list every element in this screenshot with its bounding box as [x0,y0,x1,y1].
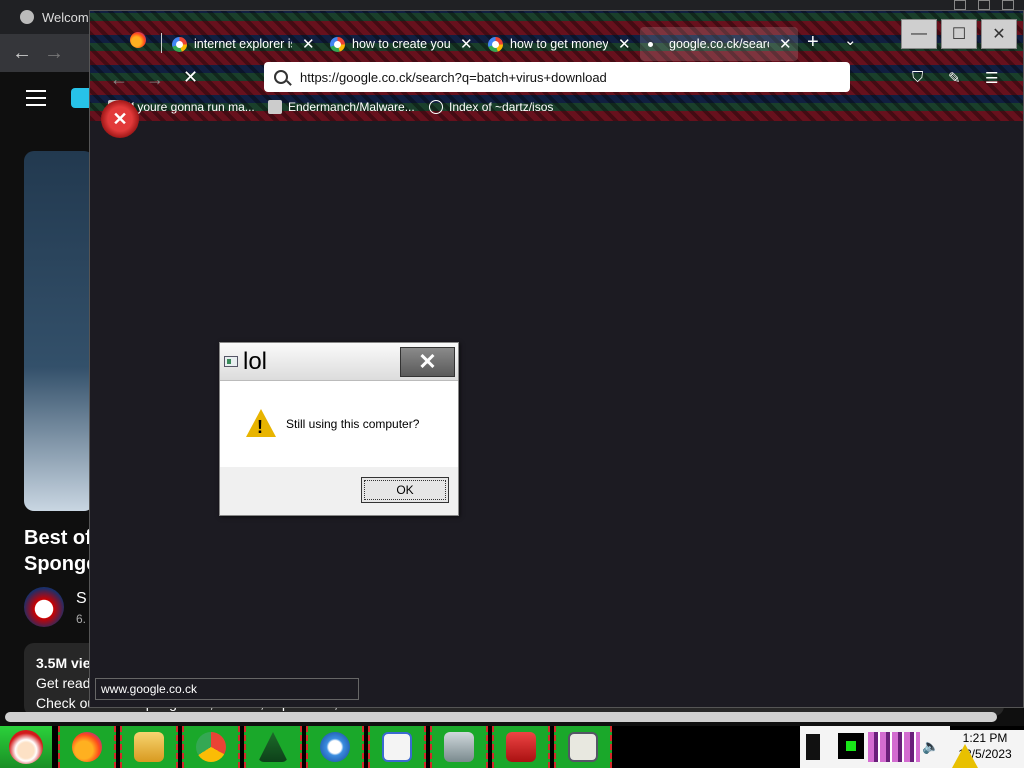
back-arrow-icon[interactable]: ← [12,42,32,65]
taskbar-firefox[interactable] [58,726,116,768]
background-tab[interactable]: Welcom [10,4,92,30]
video-player[interactable] [24,151,94,511]
taskbar-my-computer[interactable] [430,726,488,768]
address-bar[interactable]: https://google.co.ck/search?q=batch+viru… [264,62,850,92]
tab-how-to-create[interactable]: how to create your ✕ [330,27,480,61]
tab-list-chevron-icon[interactable]: ⌄ [844,31,857,49]
dialog-body: ! Still using this computer? [220,381,458,467]
tray-network-icon[interactable] [868,732,920,762]
bookmark-label: Endermanch/Malware... [288,100,415,114]
santa-icon [9,730,43,764]
horizontal-scrollbar[interactable] [5,712,997,722]
background-tab-label: Welcom [42,9,89,25]
tab-separator [161,33,162,53]
thunderbird-icon [320,732,350,762]
status-bar: www.google.co.ck [95,678,359,700]
new-tab-button[interactable]: + [807,31,819,54]
desktop-screen: Welcom ← → Best of Sponge S 6. 3.5M vie … [0,0,1024,768]
description-line1: Get read [36,675,91,691]
loading-dot-icon [648,41,653,47]
tray-flag-icon[interactable] [806,734,820,760]
minimize-button[interactable]: — [901,19,937,49]
taskbar-wordpad[interactable] [368,726,426,768]
toolbox-icon [506,732,536,762]
tab-how-to-get-money[interactable]: how to get money ✕ [488,27,638,61]
screensaver-icon [568,732,598,762]
bookmark-label: if youre gonna run ma... [128,100,255,114]
firefox-icon [72,732,102,762]
bookmark-label: Index of ~dartz/isos [449,100,554,114]
dialog-title: lol [243,348,268,375]
hamburger-menu-icon[interactable] [26,90,46,106]
pocket-icon[interactable]: ⛉ [912,69,923,86]
tab-close-icon[interactable]: ✕ [779,35,792,53]
tab-label: how to get money [510,37,608,51]
warning-icon[interactable] [952,744,978,768]
back-arrow-icon[interactable]: ← [110,69,128,90]
bookmark-page-icon [268,100,282,114]
tab-google-search-active[interactable]: google.co.ck/searc ✕ [640,27,798,61]
dialog-message: Still using this computer? [286,417,420,431]
my-computer-icon [444,732,474,762]
bookmark-item[interactable]: Index of ~dartz/isos [429,100,553,114]
channel-name[interactable]: S [76,590,87,608]
website-icon [20,10,34,24]
stop-loading-icon[interactable]: ✕ [183,67,198,88]
volume-icon[interactable]: 🔈 [922,738,939,755]
error-icon: ✕ [101,100,139,138]
taskbar-thunderbird[interactable] [306,726,364,768]
start-button[interactable] [0,726,52,768]
globe-icon [429,100,443,114]
ok-button[interactable]: OK [361,477,449,503]
subscriber-count: 6. [76,612,87,626]
video-title-line2: Sponge [24,553,94,575]
clock-time: 1:21 PM [962,731,1008,745]
taskbar-screensaver[interactable] [554,726,612,768]
taskbar-toolbox[interactable] [492,726,550,768]
tab-close-icon[interactable]: ✕ [460,35,473,53]
tab-close-icon[interactable]: ✕ [302,35,315,53]
channel-avatar[interactable] [24,587,64,627]
dialog-close-button[interactable]: ✕ [400,347,455,377]
wordpad-icon [382,732,412,762]
google-icon [488,36,503,52]
firefox-icon[interactable] [130,32,146,48]
tab-label: how to create your [352,37,450,51]
tab-close-icon[interactable]: ✕ [618,35,631,53]
close-window-button[interactable]: ✕ [981,19,1017,49]
tab-internet-explorer[interactable]: internet explorer is ✕ [172,27,322,61]
chrome-icon [196,732,226,762]
tab-label: google.co.ck/searc [669,37,769,51]
view-count: 3.5M vie [36,655,91,671]
google-icon [330,36,345,52]
taskbar-christmas-tree[interactable] [244,726,302,768]
christmas-tree-icon [258,732,288,762]
tray-status-icon[interactable] [838,733,864,759]
tab-label: internet explorer is [194,37,292,51]
video-title-line1: Best of [24,527,92,549]
window-controls: — ☐ ✕ [897,19,1017,49]
search-icon [274,70,288,84]
extensions-icon[interactable]: ✎ [948,69,961,87]
forward-arrow-icon[interactable]: → [44,42,64,65]
menu-icon[interactable]: ☰ [985,69,998,87]
forward-arrow-icon[interactable]: → [146,69,164,90]
bookmarks-toolbar: if youre gonna run ma... Endermanch/Malw… [90,97,1023,119]
message-dialog: lol ✕ ! Still using this computer? OK [219,342,459,516]
dialog-titlebar[interactable]: lol ✕ [220,343,458,381]
bookmark-item[interactable]: Endermanch/Malware... [268,100,415,114]
google-icon [172,36,187,52]
file-explorer-icon [134,732,164,762]
taskbar-chrome[interactable] [182,726,240,768]
url-text[interactable]: https://google.co.ck/search?q=batch+viru… [300,70,607,85]
warning-mark: ! [257,417,263,437]
taskbar-file-explorer[interactable] [120,726,178,768]
app-window-icon [224,356,238,367]
maximize-button[interactable]: ☐ [941,19,977,49]
